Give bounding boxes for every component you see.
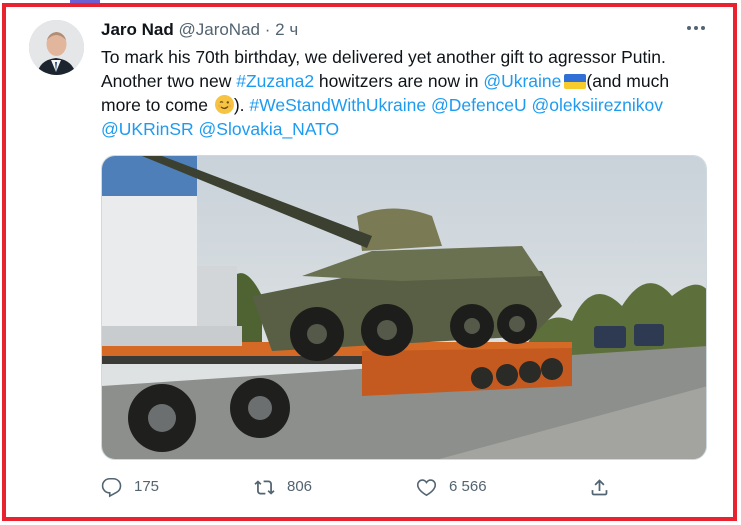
like-count: 6 566: [449, 478, 487, 495]
reply-button[interactable]: 175: [101, 474, 159, 500]
tweet-timestamp[interactable]: 2 ч: [275, 20, 298, 39]
author-name[interactable]: Jaro Nad: [101, 20, 174, 39]
hashtag-link[interactable]: #Zuzana2: [236, 71, 314, 91]
mention-link[interactable]: @DefenceU: [431, 95, 527, 115]
share-icon: [591, 478, 608, 495]
retweet-icon: [254, 479, 275, 495]
tweet-text: To mark his 70th birthday, we delivered …: [101, 45, 701, 141]
header-separator: ·: [264, 20, 271, 39]
like-button[interactable]: 6 566: [416, 474, 487, 500]
retweet-count: 806: [287, 478, 313, 495]
ukraine-flag-icon: [564, 74, 587, 89]
mention-link[interactable]: @UKRinSR: [101, 119, 194, 139]
avatar-photo: [29, 20, 84, 75]
howitzer-photo: [102, 156, 706, 459]
mention-link[interactable]: @oleksiireznikov: [531, 95, 663, 115]
hashtag-link[interactable]: #WeStandWithUkraine: [249, 95, 426, 115]
reply-icon: [101, 477, 122, 497]
winking-face-icon: [214, 95, 234, 114]
tweet-actions: 175 806 6 566: [101, 474, 621, 500]
share-button[interactable]: [589, 474, 622, 500]
mention-link[interactable]: @Slovakia_NATO: [199, 119, 340, 139]
tweet-text-segment: howitzers are now in: [314, 71, 484, 91]
tweet-text-segment: ).: [233, 95, 250, 115]
more-icon[interactable]: [684, 18, 708, 38]
tweet-header: Jaro Nad @JaroNad · 2 ч: [101, 19, 298, 41]
tweet-photo[interactable]: [101, 155, 707, 460]
retweet-button[interactable]: 806: [254, 474, 312, 500]
reply-count: 175: [134, 478, 160, 495]
mention-link[interactable]: @Ukraine: [483, 71, 561, 91]
heart-icon: [416, 478, 437, 496]
avatar[interactable]: [29, 20, 84, 75]
author-handle[interactable]: @JaroNad: [178, 20, 260, 39]
